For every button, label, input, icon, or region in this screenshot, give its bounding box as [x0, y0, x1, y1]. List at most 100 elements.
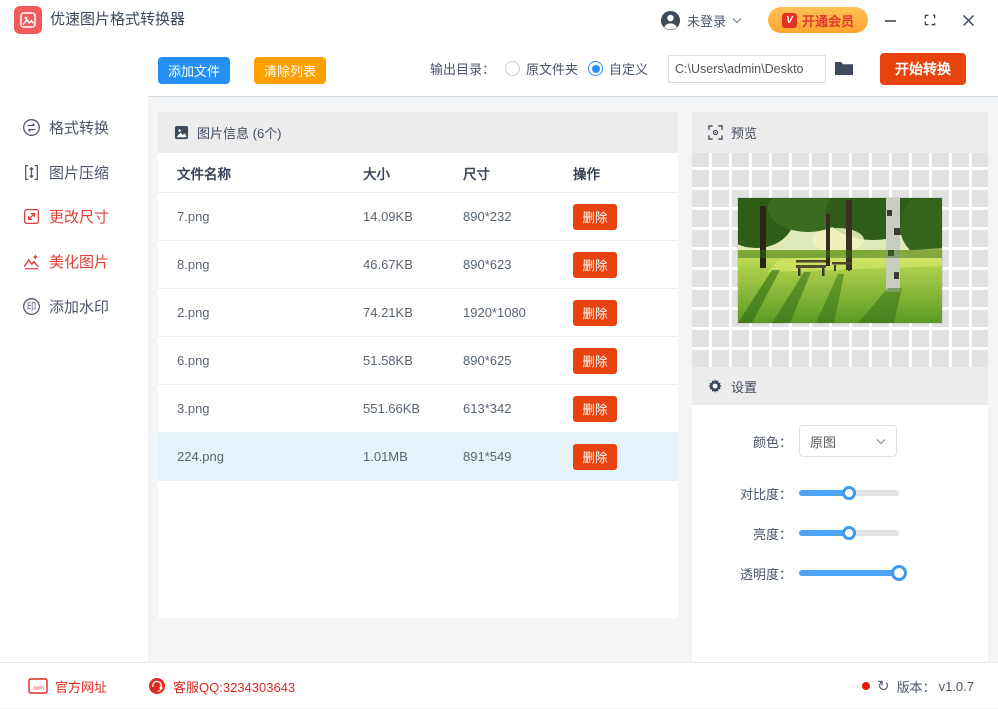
table-row[interactable]: 3.png 551.66KB 613*342 删除 — [158, 385, 678, 433]
radio-original-folder[interactable]: 原文件夹 — [505, 59, 578, 78]
maximize-button[interactable] — [920, 10, 940, 30]
resize-icon — [22, 207, 41, 226]
file-name: 8.png — [177, 257, 210, 272]
opacity-slider-handle[interactable] — [891, 565, 907, 581]
output-path-input[interactable] — [668, 55, 826, 83]
preview-image — [738, 197, 942, 323]
file-size: 1.01MB — [363, 449, 408, 464]
table-row[interactable]: 6.png 51.58KB 890*625 删除 — [158, 337, 678, 385]
file-dimensions: 890*623 — [463, 257, 512, 272]
brightness-slider-handle[interactable] — [842, 526, 856, 540]
footer-bar: .com 官方网址 客服QQ:3234303643 ↻ 版本： v1.0.7 — [0, 662, 998, 708]
brightness-setting-row: 亮度： — [692, 517, 988, 549]
toolbar: 添加文件 清除列表 输出目录： 原文件夹 自定义 开始转换 — [148, 40, 998, 97]
account-menu[interactable]: 未登录 — [660, 0, 742, 40]
user-avatar-icon — [660, 10, 681, 31]
login-status-label: 未登录 — [687, 13, 727, 29]
table-row-selected[interactable]: 224.png 1.01MB 891*549 删除 — [158, 433, 678, 481]
delete-button[interactable]: 删除 — [573, 347, 617, 374]
website-icon: .com — [28, 678, 48, 694]
delete-button[interactable]: 删除 — [573, 299, 617, 326]
file-name: 6.png — [177, 353, 210, 368]
file-name: 3.png — [177, 401, 210, 416]
sidebar-item-format-convert[interactable]: 格式转换 — [0, 105, 148, 149]
file-dimensions: 890*625 — [463, 353, 512, 368]
brightness-label: 亮度： — [752, 526, 792, 542]
sidebar-item-image-compress[interactable]: 图片压缩 — [0, 150, 148, 194]
preview-header: 预览 — [692, 112, 988, 153]
table-row[interactable]: 2.png 74.21KB 1920*1080 删除 — [158, 289, 678, 337]
table-header: 文件名称 大小 尺寸 操作 — [158, 153, 678, 193]
right-panel: 预览 设置 颜色： 原图 对比度： 亮度： 透明度： — [692, 112, 988, 662]
file-size: 51.58KB — [363, 353, 413, 368]
svg-text:印: 印 — [27, 300, 37, 312]
chevron-down-icon — [732, 17, 742, 24]
support-qq-link[interactable]: 客服QQ:3234303643 — [148, 663, 295, 709]
sidebar-item-resize[interactable]: 更改尺寸 — [0, 194, 148, 238]
file-section-title: 图片信息 (6个) — [197, 126, 282, 141]
file-name: 2.png — [177, 305, 210, 320]
clear-list-button[interactable]: 清除列表 — [254, 57, 326, 84]
transparency-checkerboard — [692, 153, 988, 367]
headset-icon — [148, 677, 166, 695]
file-dimensions: 613*342 — [463, 401, 512, 416]
contrast-setting-row: 对比度： — [692, 477, 988, 509]
color-setting-row: 颜色： 原图 — [692, 425, 988, 457]
sidebar-item-watermark[interactable]: 印 添加水印 — [0, 284, 148, 328]
add-files-button[interactable]: 添加文件 — [158, 57, 230, 84]
contrast-slider-handle[interactable] — [842, 486, 856, 500]
radio-custom-folder-label: 自定义 — [609, 62, 649, 77]
file-name: 224.png — [177, 449, 224, 464]
sidebar-item-label: 图片压缩 — [49, 164, 110, 182]
settings-title: 设置 — [731, 379, 758, 395]
radio-custom-folder-circle[interactable] — [588, 61, 604, 76]
table-row[interactable]: 7.png 14.09KB 890*232 删除 — [158, 193, 678, 241]
sidebar-item-label: 格式转换 — [49, 119, 110, 137]
radio-original-folder-circle[interactable] — [505, 61, 521, 76]
delete-button[interactable]: 删除 — [573, 395, 617, 422]
col-size: 大小 — [363, 166, 390, 182]
check-update-icon[interactable]: ↻ — [877, 677, 890, 695]
brightness-slider[interactable] — [799, 526, 899, 540]
color-select[interactable]: 原图 — [799, 425, 897, 457]
file-dimensions: 1920*1080 — [463, 305, 526, 320]
official-website-link[interactable]: .com 官方网址 — [28, 663, 107, 709]
file-dimensions: 891*549 — [463, 449, 512, 464]
sidebar-item-beautify[interactable]: 美化图片 — [0, 239, 148, 283]
minimize-button[interactable] — [880, 10, 900, 30]
vip-upgrade-button[interactable]: V 开通会员 — [768, 7, 868, 33]
contrast-slider[interactable] — [799, 486, 899, 500]
beautify-image-icon — [22, 252, 41, 271]
col-filename: 文件名称 — [177, 166, 231, 182]
sidebar-item-label: 添加水印 — [49, 298, 110, 316]
color-select-value: 原图 — [810, 434, 837, 450]
vip-label: 开通会员 — [801, 13, 854, 29]
start-convert-button[interactable]: 开始转换 — [880, 53, 966, 85]
version-value: v1.0.7 — [938, 678, 974, 694]
file-size: 74.21KB — [363, 305, 413, 320]
image-compress-icon — [22, 163, 41, 182]
version-area: ↻ 版本： v1.0.7 — [861, 663, 974, 709]
delete-button[interactable]: 删除 — [573, 203, 617, 230]
app-logo-icon — [14, 6, 42, 34]
sidebar: 格式转换 图片压缩 更改尺寸 美化图片 印 添加水印 — [0, 40, 148, 662]
delete-button[interactable]: 删除 — [573, 443, 617, 470]
vip-icon: V — [781, 12, 797, 28]
opacity-slider[interactable] — [799, 565, 907, 581]
file-list-panel: 图片信息 (6个) 文件名称 大小 尺寸 操作 7.png 14.09KB 89… — [158, 112, 678, 618]
delete-button[interactable]: 删除 — [573, 251, 617, 278]
preview-title: 预览 — [731, 126, 758, 141]
col-dimensions: 尺寸 — [463, 166, 490, 182]
col-action: 操作 — [573, 166, 600, 182]
opacity-setting-row: 透明度： — [692, 557, 988, 589]
gear-icon — [708, 378, 723, 394]
browse-folder-icon[interactable] — [834, 60, 854, 76]
file-name: 7.png — [177, 209, 210, 224]
table-row[interactable]: 8.png 46.67KB 890*623 删除 — [158, 241, 678, 289]
version-label: 版本： — [896, 679, 936, 695]
sidebar-item-label: 美化图片 — [49, 253, 110, 271]
radio-custom-folder[interactable]: 自定义 — [588, 59, 648, 78]
settings-header: 设置 — [692, 367, 988, 405]
opacity-label: 透明度： — [739, 566, 792, 582]
close-button[interactable] — [958, 10, 978, 30]
